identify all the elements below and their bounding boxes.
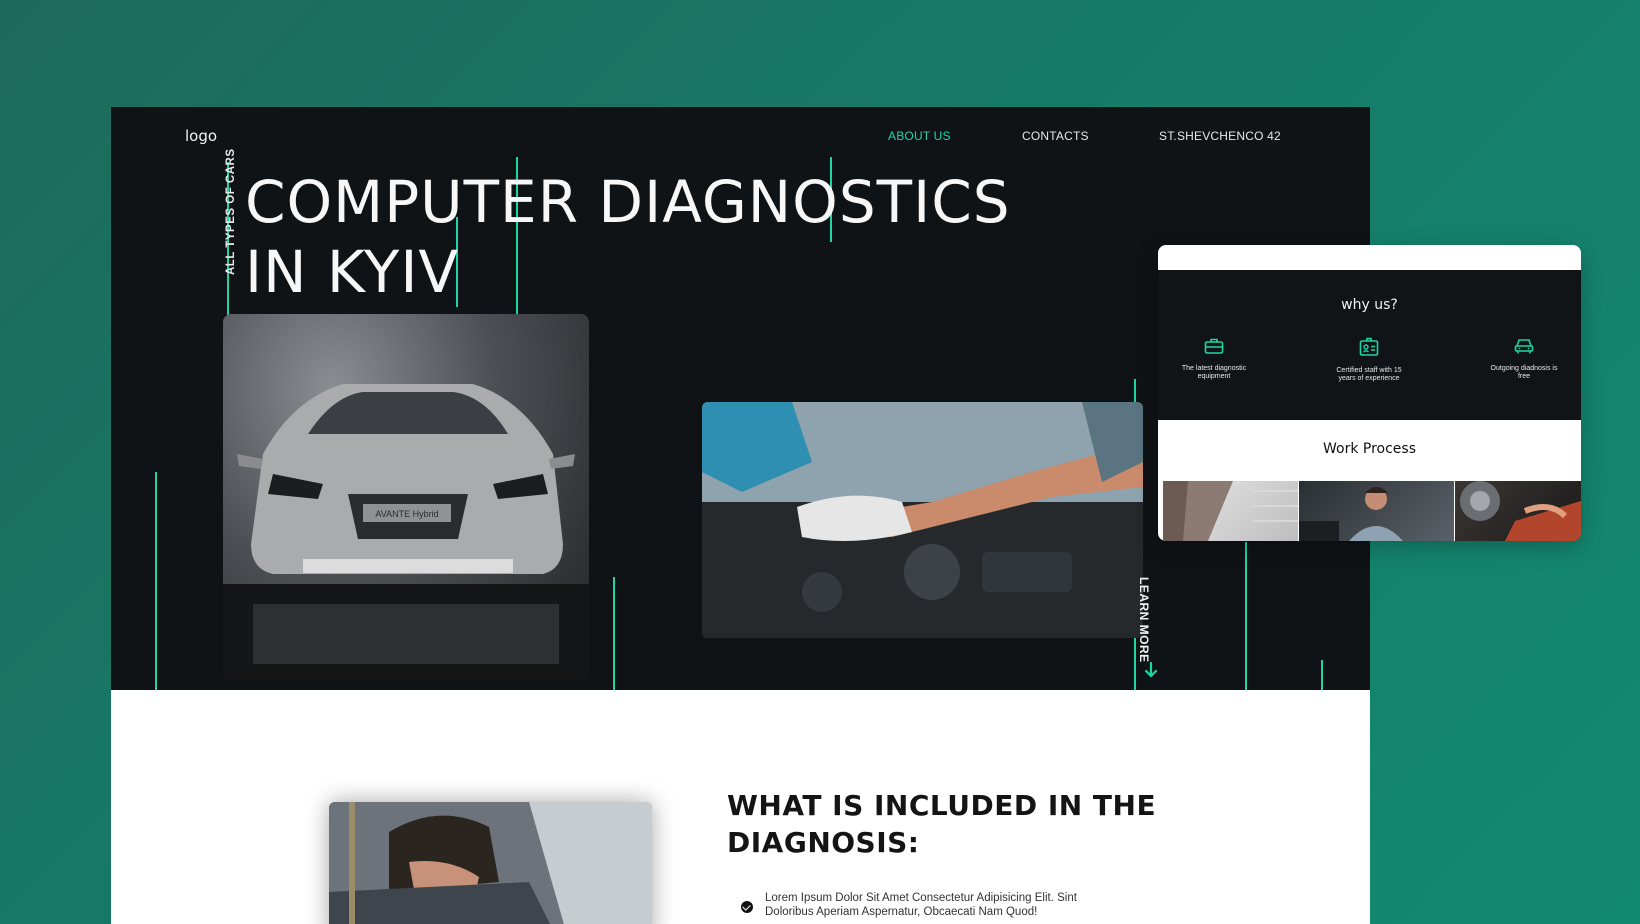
learn-more-link[interactable]: LEARN MORE <box>1137 577 1151 663</box>
feature-equipment-line2: equipment <box>1197 373 1231 380</box>
accent-line <box>1245 542 1247 690</box>
included-title-line1: WHAT IS INCLUDED IN THE <box>727 789 1157 822</box>
included-list-text-line1: Lorem Ipsum Dolor Sit Amet Consectetur A… <box>765 892 1077 904</box>
feature-outgoing: Outgoing diadnosis is free <box>1479 337 1569 381</box>
feature-staff-line2: years of experience <box>1338 375 1400 382</box>
logo[interactable]: logo <box>185 127 217 145</box>
feature-staff-line1: Certified staff with 15 <box>1336 367 1402 374</box>
feature-outgoing-line1: Outgoing diadnosis is <box>1490 365 1558 372</box>
hero-title-line2: IN KYIV <box>245 238 460 306</box>
hero-title-line1: COMPUTER DIAGNOSTICS <box>245 168 1011 236</box>
engine-photo <box>702 402 1143 638</box>
work-photo-illustration <box>1299 487 1403 541</box>
nav-address[interactable]: ST.SHEVCHENCO 42 <box>1159 129 1281 143</box>
work-process-photo <box>1299 481 1454 541</box>
mechanic-photo-illustration <box>329 802 652 924</box>
work-process-photo <box>1455 481 1581 541</box>
hero-title: COMPUTER DIAGNOSTICS IN KYIV <box>245 167 1011 307</box>
feature-outgoing-line2: free <box>1517 373 1531 380</box>
included-title: WHAT IS INCLUDED IN THE DIAGNOSIS: <box>727 787 1227 861</box>
car-icon <box>1514 339 1534 354</box>
work-photo-illustration <box>1460 481 1581 541</box>
work-photo-illustration <box>1163 481 1298 541</box>
included-list-text-line2: Doloribus Aperiam Aspernatur, Obcaecati … <box>765 906 1038 918</box>
nav-contacts[interactable]: CONTACTS <box>1022 129 1089 143</box>
work-process-photo <box>1163 481 1298 541</box>
arrow-down-icon[interactable] <box>1144 662 1158 678</box>
check-icon <box>741 901 753 913</box>
feature-equipment-line1: The latest diagnostic <box>1181 365 1247 372</box>
accent-line <box>1321 660 1323 690</box>
included-list-text: Lorem Ipsum Dolor Sit Amet Consectetur A… <box>765 891 1077 919</box>
feature-equipment: The latest diagnostic equipment <box>1169 337 1259 381</box>
id-card-icon <box>1359 337 1379 356</box>
included-title-line2: DIAGNOSIS: <box>727 826 920 859</box>
toolbox-icon <box>1204 338 1224 354</box>
included-list-item: Lorem Ipsum Dolor Sit Amet Consectetur A… <box>741 891 1161 919</box>
side-label: ALL TYPES OF CARS <box>225 148 237 276</box>
mechanic-illustration <box>702 402 1143 638</box>
why-us-card: why us? The latest diagnostic equipment C… <box>1158 245 1581 541</box>
why-us-title: why us? <box>1341 297 1398 313</box>
accent-line <box>155 472 157 690</box>
mechanic-photo <box>329 802 652 924</box>
car-plate-text: AVANTE Hybrid <box>375 509 438 519</box>
car-illustration: AVANTE Hybrid <box>223 384 589 680</box>
car-photo: AVANTE Hybrid <box>223 314 589 680</box>
nav-about-us[interactable]: ABOUT US <box>888 129 951 143</box>
accent-line <box>613 577 615 690</box>
work-process-title: Work Process <box>1322 441 1416 457</box>
feature-staff: Certified staff with 15 years of experien… <box>1324 337 1414 383</box>
